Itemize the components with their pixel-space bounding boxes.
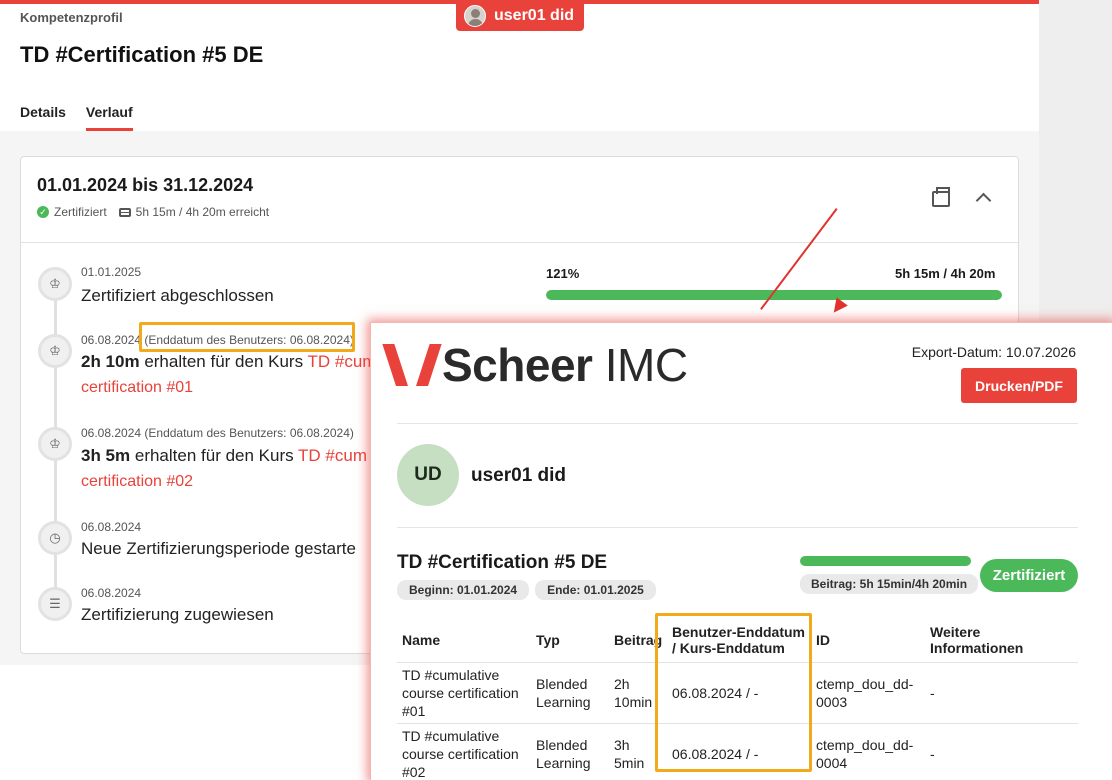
course-link[interactable]: certification #01 (81, 379, 193, 397)
col-header: ID (811, 619, 925, 663)
stack-icon: ☰ (38, 587, 72, 621)
timeline-title: 3h 5m erhalten für den Kurs TD #cum (81, 446, 368, 465)
user-pill[interactable]: user01 did (456, 0, 585, 31)
timeline-title: Zertifiziert abgeschlossen (81, 286, 274, 305)
period-header: 01.01.2024 bis 31.12.2024 ✓ Zertifiziert … (21, 157, 1018, 243)
timeline-date: 06.08.2024 (81, 520, 142, 534)
export-preview: Scheer IMC Export-Datum: 10.07.2026 Druc… (370, 322, 1112, 780)
tab-verlauf[interactable]: Verlauf (85, 104, 133, 131)
export-date: Export-Datum: 10.07.2026 (911, 344, 1076, 360)
status-badge: Zertifiziert (980, 559, 1078, 592)
course-link[interactable]: TD #cum (308, 352, 377, 371)
award-icon: ♔ (38, 334, 72, 368)
highlight-enddatum-column (655, 613, 812, 772)
scheer-imc-logo: Scheer IMC (396, 338, 688, 392)
col-header: Name (397, 619, 531, 663)
logo-mark-icon (396, 344, 432, 386)
timeline-date: 06.08.2024 (81, 586, 142, 600)
cell-info: - (925, 723, 1078, 780)
breadcrumb[interactable]: Kompetenzprofil (20, 10, 123, 25)
cell-id: ctemp_dou_dd-0004 (811, 723, 925, 780)
cell-name: TD #cumulative course certification #02 (397, 723, 531, 780)
divider (397, 527, 1078, 528)
period-hours: 5h 15m / 4h 20m erreicht (135, 205, 270, 219)
cell-id: ctemp_dou_dd-0003 (811, 662, 925, 724)
user-pill-label: user01 did (494, 6, 575, 24)
timeline-date: 06.08.2024 (Enddatum des Benutzers: 06.0… (81, 426, 354, 440)
chevron-up-icon[interactable] (975, 192, 992, 209)
cert-title: TD #Certification #5 DE (397, 552, 608, 573)
screen: user01 did Kompetenzprofil TD #Certifica… (0, 0, 1112, 780)
cell-type: Blended Learning (531, 723, 609, 780)
award-icon: ♔ (38, 427, 72, 461)
timeline-title: Neue Zertifizierungsperiode gestarte (81, 539, 356, 558)
stack-icon (118, 207, 131, 217)
avatar: UD (397, 444, 459, 506)
cell-info: - (925, 662, 1078, 724)
progress-percent: 121% (546, 266, 580, 281)
print-icon[interactable] (932, 187, 950, 207)
course-link[interactable]: certification #02 (81, 473, 193, 491)
period-title: 01.01.2024 bis 31.12.2024 (37, 175, 254, 195)
check-icon: ✓ (37, 206, 49, 218)
tab-details[interactable]: Details (20, 104, 66, 131)
period-status: Zertifiziert (54, 205, 107, 219)
timeline-date: 01.01.2025 (81, 265, 142, 279)
export-progress-bar (800, 556, 971, 566)
timeline-title: 2h 10m erhalten für den Kurs TD #cum (81, 352, 377, 371)
date-chips: Beginn: 01.01.2024 Ende: 01.01.2025 (397, 580, 656, 600)
clock-icon: ◷ (38, 521, 72, 555)
tab-bar: Details Verlauf (20, 104, 133, 131)
cell-type: Blended Learning (531, 662, 609, 724)
divider (397, 423, 1078, 424)
period-meta: ✓ Zertifiziert 5h 15m / 4h 20m erreicht (37, 205, 269, 219)
begin-chip: Beginn: 01.01.2024 (397, 580, 530, 600)
progress-hours: 5h 15m / 4h 20m (895, 266, 996, 281)
user-avatar-icon (464, 4, 486, 27)
cell-name: TD #cumulative course certification #01 (397, 662, 531, 724)
end-chip: Ende: 01.01.2025 (535, 580, 656, 600)
col-header: Weitere Informationen (925, 619, 1078, 663)
col-header: Typ (531, 619, 609, 663)
award-icon: ♔ (38, 267, 72, 301)
timeline-title: Zertifizierung zugewiesen (81, 605, 274, 624)
beitrag-chip: Beitrag: 5h 15min/4h 20min (800, 574, 979, 594)
highlight-enddatum (139, 322, 355, 352)
user-name: user01 did (471, 465, 567, 486)
course-link[interactable]: TD #cum (298, 446, 367, 465)
print-pdf-button[interactable]: Drucken/PDF (961, 368, 1077, 403)
page-title: TD #Certification #5 DE (20, 42, 264, 67)
